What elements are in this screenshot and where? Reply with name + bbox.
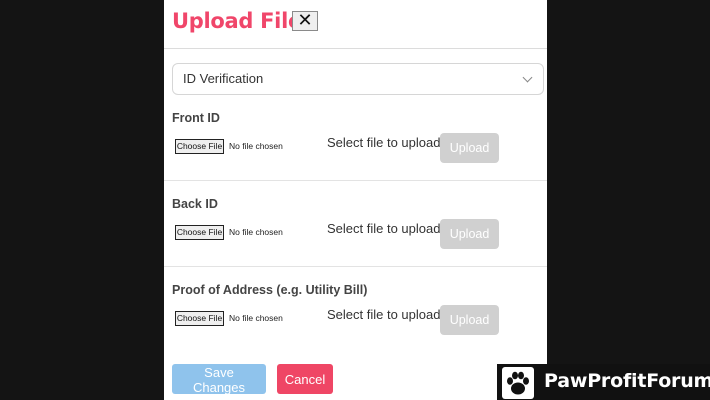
watermark-text: PawProfitForum [544, 370, 710, 392]
save-changes-button[interactable]: Save Changes [172, 364, 266, 395]
front-id-choose-file-button[interactable]: Choose File [175, 139, 224, 154]
front-id-file-status: No file chosen [229, 141, 283, 151]
site-watermark: PawProfitForum [497, 364, 710, 400]
paw-icon [502, 367, 534, 399]
back-id-upload-button[interactable]: Upload [440, 219, 499, 249]
front-id-upload-hint: Select file to upload... [327, 135, 452, 150]
proof-of-address-file-status: No file chosen [229, 313, 283, 323]
back-id-section: Back ID Choose File No file chosen Selec… [164, 197, 547, 267]
back-id-file-status: No file chosen [229, 227, 283, 237]
front-id-upload-button[interactable]: Upload [440, 133, 499, 163]
back-id-choose-file-button[interactable]: Choose File [175, 225, 224, 240]
modal-title: Upload File [172, 9, 302, 33]
upload-file-modal: Upload File ✕ ID Verification Front ID C… [164, 0, 547, 400]
front-id-label: Front ID [172, 111, 220, 125]
back-id-label: Back ID [172, 197, 218, 211]
modal-header: Upload File ✕ [164, 0, 547, 49]
document-type-value: ID Verification [183, 71, 264, 86]
proof-of-address-choose-file-button[interactable]: Choose File [175, 311, 224, 326]
cancel-button[interactable]: Cancel [277, 364, 333, 394]
front-id-section: Front ID Choose File No file chosen Sele… [164, 111, 547, 181]
chevron-down-icon [522, 72, 533, 83]
back-id-upload-hint: Select file to upload... [327, 221, 452, 236]
proof-of-address-upload-button[interactable]: Upload [440, 305, 499, 335]
proof-of-address-label: Proof of Address (e.g. Utility Bill) [172, 283, 368, 297]
document-type-select[interactable]: ID Verification [172, 63, 544, 95]
close-button[interactable]: ✕ [292, 11, 318, 31]
proof-of-address-upload-hint: Select file to upload... [327, 307, 452, 322]
proof-of-address-section: Proof of Address (e.g. Utility Bill) Cho… [164, 283, 547, 353]
